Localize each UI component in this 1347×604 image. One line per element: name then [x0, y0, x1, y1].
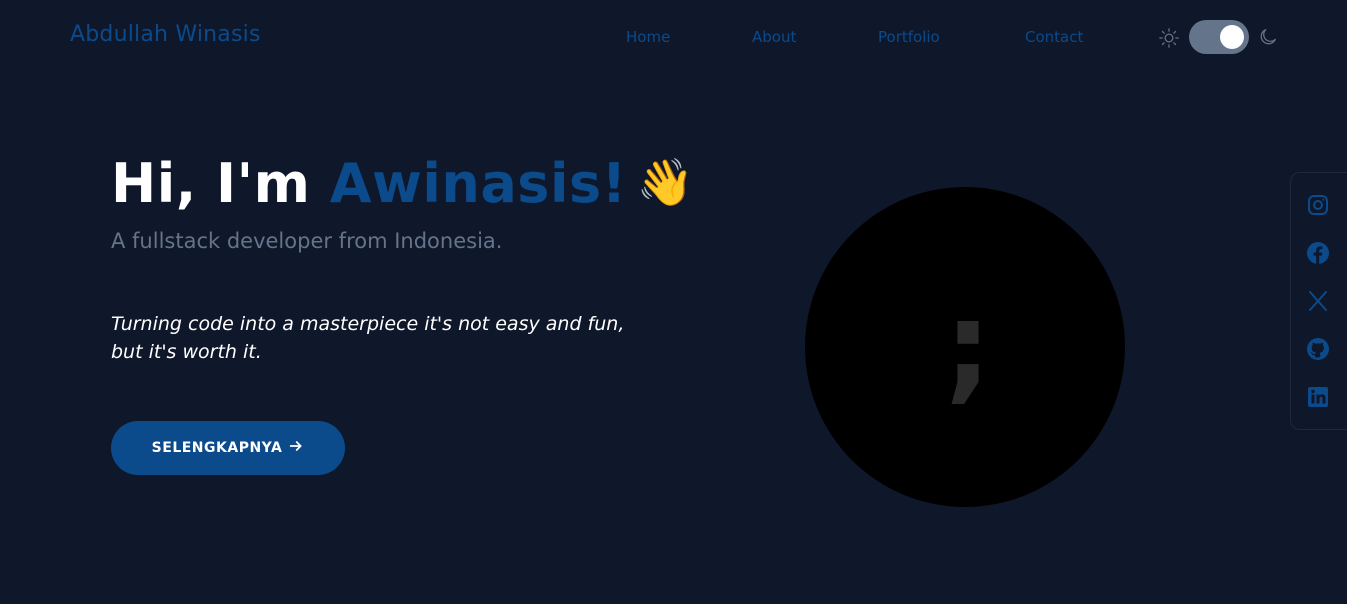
brand-logo[interactable]: Abdullah Winasis [70, 22, 261, 47]
arrow-right-icon [288, 438, 304, 458]
hero-name: Awinasis! [329, 152, 627, 215]
nav-link-portfolio[interactable]: Portfolio [878, 28, 940, 46]
instagram-icon[interactable] [1306, 193, 1330, 217]
avatar: ; [805, 187, 1125, 507]
hero-quote: Turning code into a masterpiece it's not… [111, 313, 625, 363]
facebook-icon[interactable] [1306, 241, 1330, 265]
hero-subtitle: A fullstack developer from Indonesia. [111, 229, 503, 253]
theme-toggle[interactable] [1189, 20, 1249, 54]
nav-link-about[interactable]: About [752, 28, 796, 46]
avatar-glyph: ; [944, 277, 992, 416]
github-icon[interactable] [1306, 337, 1330, 361]
hero-title: Hi, I'm Awinasis! 👋 [111, 152, 695, 215]
linkedin-icon[interactable] [1306, 385, 1330, 409]
x-icon[interactable] [1306, 289, 1330, 313]
sun-icon [1158, 27, 1180, 49]
waving-hand-icon: 👋 [636, 155, 695, 209]
nav-link-contact[interactable]: Contact [1025, 28, 1083, 46]
navbar: Abdullah Winasis Home About Portfolio Co… [0, 0, 1347, 76]
nav-link-home[interactable]: Home [626, 28, 670, 46]
moon-icon [1257, 26, 1279, 48]
cta-button[interactable]: SELENGKAPNYA [111, 421, 345, 475]
social-sidebar [1290, 172, 1347, 430]
cta-label: SELENGKAPNYA [151, 440, 283, 456]
hero-greeting: Hi, I'm [111, 152, 311, 215]
toggle-knob [1220, 25, 1244, 49]
